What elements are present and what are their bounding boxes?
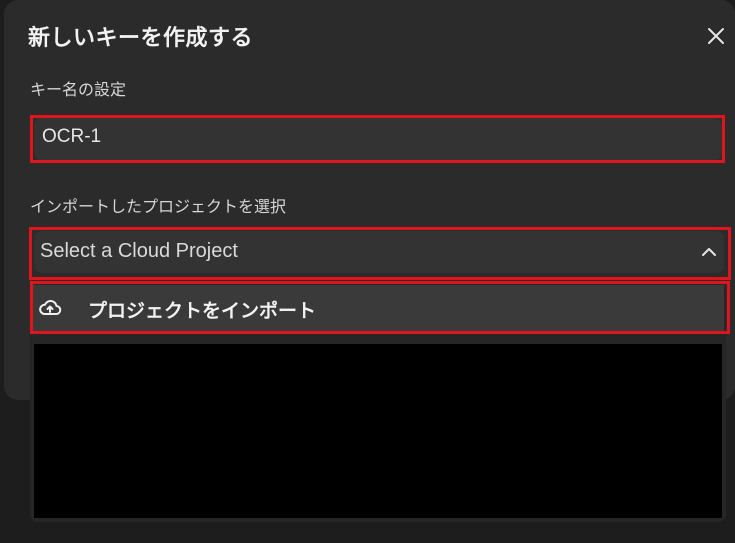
project-select-label: インポートしたプロジェクトを選択 — [30, 197, 287, 216]
redacted-area — [34, 344, 722, 518]
close-icon[interactable] — [704, 24, 728, 48]
import-project-highlight — [30, 281, 730, 334]
dialog-title: 新しいキーを作成する — [28, 26, 254, 51]
project-select-highlight — [29, 227, 731, 280]
key-name-highlight — [30, 115, 725, 163]
key-name-label: キー名の設定 — [30, 80, 127, 99]
